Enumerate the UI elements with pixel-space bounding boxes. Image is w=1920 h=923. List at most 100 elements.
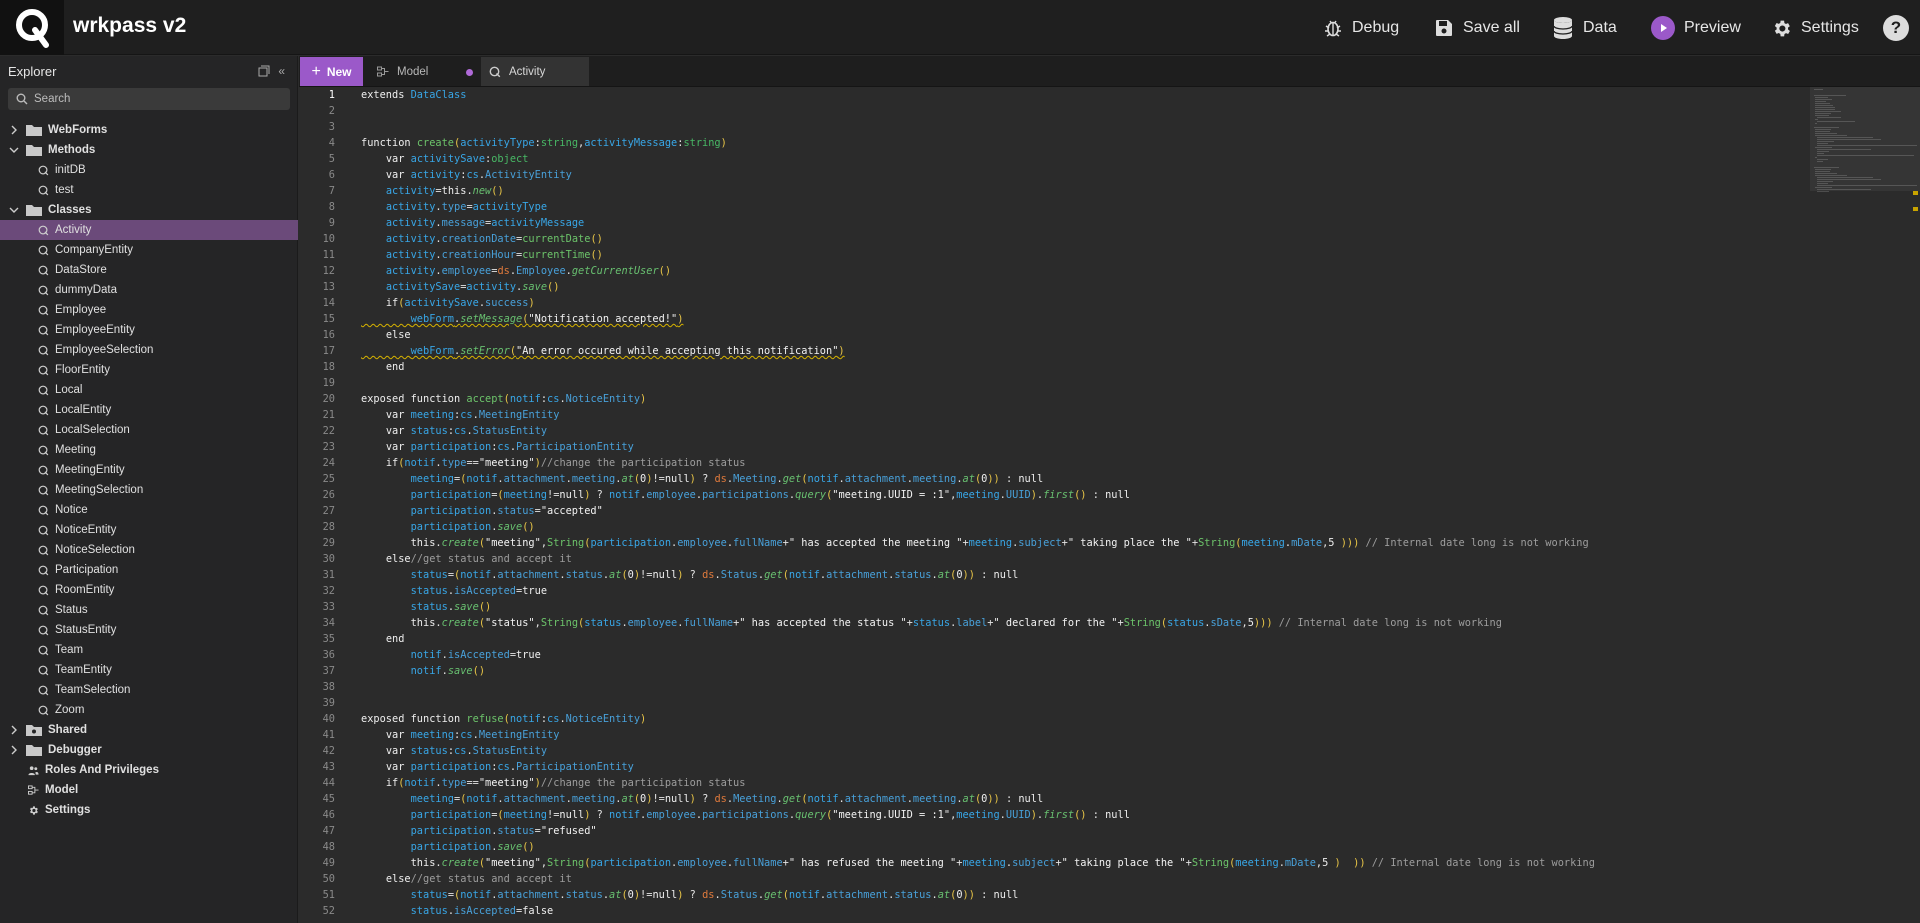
- code-line[interactable]: var participation:cs.ParticipationEntity: [361, 759, 1841, 775]
- tree-item-local[interactable]: Local: [0, 380, 298, 400]
- code-line[interactable]: var status:cs.StatusEntity: [361, 423, 1841, 439]
- code-line[interactable]: webForm.setError("An error occured while…: [361, 343, 1841, 359]
- code-line[interactable]: var status:cs.StatusEntity: [361, 743, 1841, 759]
- tree-item-test[interactable]: test: [0, 180, 298, 200]
- code-line[interactable]: participation.status="refused": [361, 823, 1841, 839]
- tree-item-meetingentity[interactable]: MeetingEntity: [0, 460, 298, 480]
- code-line[interactable]: var activitySave:object: [361, 151, 1841, 167]
- data-button[interactable]: Data: [1552, 14, 1617, 42]
- code-line[interactable]: status=(notif.attachment.status.at(0)!=n…: [361, 887, 1841, 903]
- tree-item-methods[interactable]: Methods: [0, 140, 298, 160]
- preview-button[interactable]: Preview: [1651, 14, 1741, 42]
- code-editor[interactable]: 1 2 3 4 5 6 7 8 9 10 11 12 13 14 15 16 17 18 19 20 21 22 23 24 2…: [299, 87, 1920, 923]
- code-line[interactable]: exposed function refuse(notif:cs.NoticeE…: [361, 711, 1841, 727]
- debug-button[interactable]: Debug: [1323, 14, 1399, 42]
- code-line[interactable]: status.isAccepted=true: [361, 583, 1841, 599]
- tree-item-employeeentity[interactable]: EmployeeEntity: [0, 320, 298, 340]
- code-line[interactable]: this.create("meeting",String(participati…: [361, 855, 1841, 871]
- code-line[interactable]: var participation:cs.ParticipationEntity: [361, 439, 1841, 455]
- code-line[interactable]: if(activitySave.success): [361, 295, 1841, 311]
- code-line[interactable]: var activity:cs.ActivityEntity: [361, 167, 1841, 183]
- code-line[interactable]: [361, 119, 1841, 135]
- code-line[interactable]: activitySave=activity.save(): [361, 279, 1841, 295]
- tree-item-settings[interactable]: Settings: [0, 800, 298, 820]
- code-line[interactable]: participation.save(): [361, 839, 1841, 855]
- tree-item-activity[interactable]: Activity: [0, 220, 298, 240]
- code-line[interactable]: this.create("meeting",String(participati…: [361, 535, 1841, 551]
- tree-item-webforms[interactable]: WebForms: [0, 120, 298, 140]
- tree-item-teamentity[interactable]: TeamEntity: [0, 660, 298, 680]
- collapse-all-icon[interactable]: [258, 65, 270, 77]
- tree-item-shared[interactable]: Shared: [0, 720, 298, 740]
- code-line[interactable]: participation=(meeting!=null) ? notif.em…: [361, 487, 1841, 503]
- tree-item-classes[interactable]: Classes: [0, 200, 298, 220]
- code-line[interactable]: [361, 695, 1841, 711]
- help-button[interactable]: ?: [1883, 15, 1909, 41]
- minimap[interactable]: [1810, 87, 1920, 923]
- tree-item-dummydata[interactable]: dummyData: [0, 280, 298, 300]
- code-line[interactable]: status=(notif.attachment.status.at(0)!=n…: [361, 567, 1841, 583]
- tree-item-meetingselection[interactable]: MeetingSelection: [0, 480, 298, 500]
- tree-item-localselection[interactable]: LocalSelection: [0, 420, 298, 440]
- tree-item-localentity[interactable]: LocalEntity: [0, 400, 298, 420]
- code-area[interactable]: extends DataClass function create(activit…: [361, 87, 1841, 919]
- code-line[interactable]: activity.creationHour=currentTime(): [361, 247, 1841, 263]
- code-line[interactable]: notif.save(): [361, 663, 1841, 679]
- code-line[interactable]: function create(activityType:string,acti…: [361, 135, 1841, 151]
- collapse-sidebar-icon[interactable]: «: [278, 65, 285, 77]
- code-line[interactable]: exposed function accept(notif:cs.NoticeE…: [361, 391, 1841, 407]
- code-line[interactable]: activity.type=activityType: [361, 199, 1841, 215]
- chevron-down-icon[interactable]: [8, 204, 20, 216]
- code-line[interactable]: meeting=(notif.attachment.meeting.at(0)!…: [361, 471, 1841, 487]
- code-line[interactable]: participation=(meeting!=null) ? notif.em…: [361, 807, 1841, 823]
- code-line[interactable]: status.save(): [361, 599, 1841, 615]
- tree-item-roles-and-privileges[interactable]: Roles And Privileges: [0, 760, 298, 780]
- search-box[interactable]: [8, 88, 290, 110]
- app-logo[interactable]: [0, 0, 64, 55]
- tree-item-model[interactable]: Model: [0, 780, 298, 800]
- tab-model[interactable]: Model: [369, 57, 481, 86]
- code-line[interactable]: else//get status and accept it: [361, 871, 1841, 887]
- code-line[interactable]: meeting=(notif.attachment.meeting.at(0)!…: [361, 791, 1841, 807]
- tree-item-status[interactable]: Status: [0, 600, 298, 620]
- tree-item-floorentity[interactable]: FloorEntity: [0, 360, 298, 380]
- code-line[interactable]: activity.employee=ds.Employee.getCurrent…: [361, 263, 1841, 279]
- code-line[interactable]: else: [361, 327, 1841, 343]
- tree-item-noticeentity[interactable]: NoticeEntity: [0, 520, 298, 540]
- code-line[interactable]: end: [361, 359, 1841, 375]
- code-line[interactable]: end: [361, 631, 1841, 647]
- tree-item-debugger[interactable]: Debugger: [0, 740, 298, 760]
- tree-item-roomentity[interactable]: RoomEntity: [0, 580, 298, 600]
- code-line[interactable]: status.isAccepted=false: [361, 903, 1841, 919]
- tree-item-statusentity[interactable]: StatusEntity: [0, 620, 298, 640]
- tree-item-meeting[interactable]: Meeting: [0, 440, 298, 460]
- code-line[interactable]: activity.creationDate=currentDate(): [361, 231, 1841, 247]
- code-line[interactable]: webForm.setMessage("Notification accepte…: [361, 311, 1841, 327]
- tree-item-notice[interactable]: Notice: [0, 500, 298, 520]
- chevron-down-icon[interactable]: [8, 144, 20, 156]
- tree-item-datastore[interactable]: DataStore: [0, 260, 298, 280]
- tree-item-employeeselection[interactable]: EmployeeSelection: [0, 340, 298, 360]
- tree-item-participation[interactable]: Participation: [0, 560, 298, 580]
- minimap-viewport[interactable]: [1810, 87, 1920, 191]
- code-line[interactable]: participation.save(): [361, 519, 1841, 535]
- code-line[interactable]: [361, 375, 1841, 391]
- tree-item-teamselection[interactable]: TeamSelection: [0, 680, 298, 700]
- tree-item-employee[interactable]: Employee: [0, 300, 298, 320]
- code-line[interactable]: notif.isAccepted=true: [361, 647, 1841, 663]
- code-line[interactable]: else//get status and accept it: [361, 551, 1841, 567]
- tab-activity[interactable]: Activity: [481, 57, 589, 86]
- save-all-button[interactable]: Save all: [1434, 14, 1520, 42]
- code-line[interactable]: participation.status="accepted": [361, 503, 1841, 519]
- code-line[interactable]: extends DataClass: [361, 87, 1841, 103]
- code-line[interactable]: var meeting:cs.MeetingEntity: [361, 407, 1841, 423]
- tree-item-zoom[interactable]: Zoom: [0, 700, 298, 720]
- search-input[interactable]: [34, 93, 274, 105]
- chevron-right-icon[interactable]: [8, 744, 20, 756]
- tree-item-team[interactable]: Team: [0, 640, 298, 660]
- new-button[interactable]: + New: [300, 57, 363, 86]
- code-line[interactable]: activity.message=activityMessage: [361, 215, 1841, 231]
- settings-button[interactable]: Settings: [1771, 14, 1859, 42]
- chevron-right-icon[interactable]: [8, 724, 20, 736]
- code-line[interactable]: this.create("status",String(status.emplo…: [361, 615, 1841, 631]
